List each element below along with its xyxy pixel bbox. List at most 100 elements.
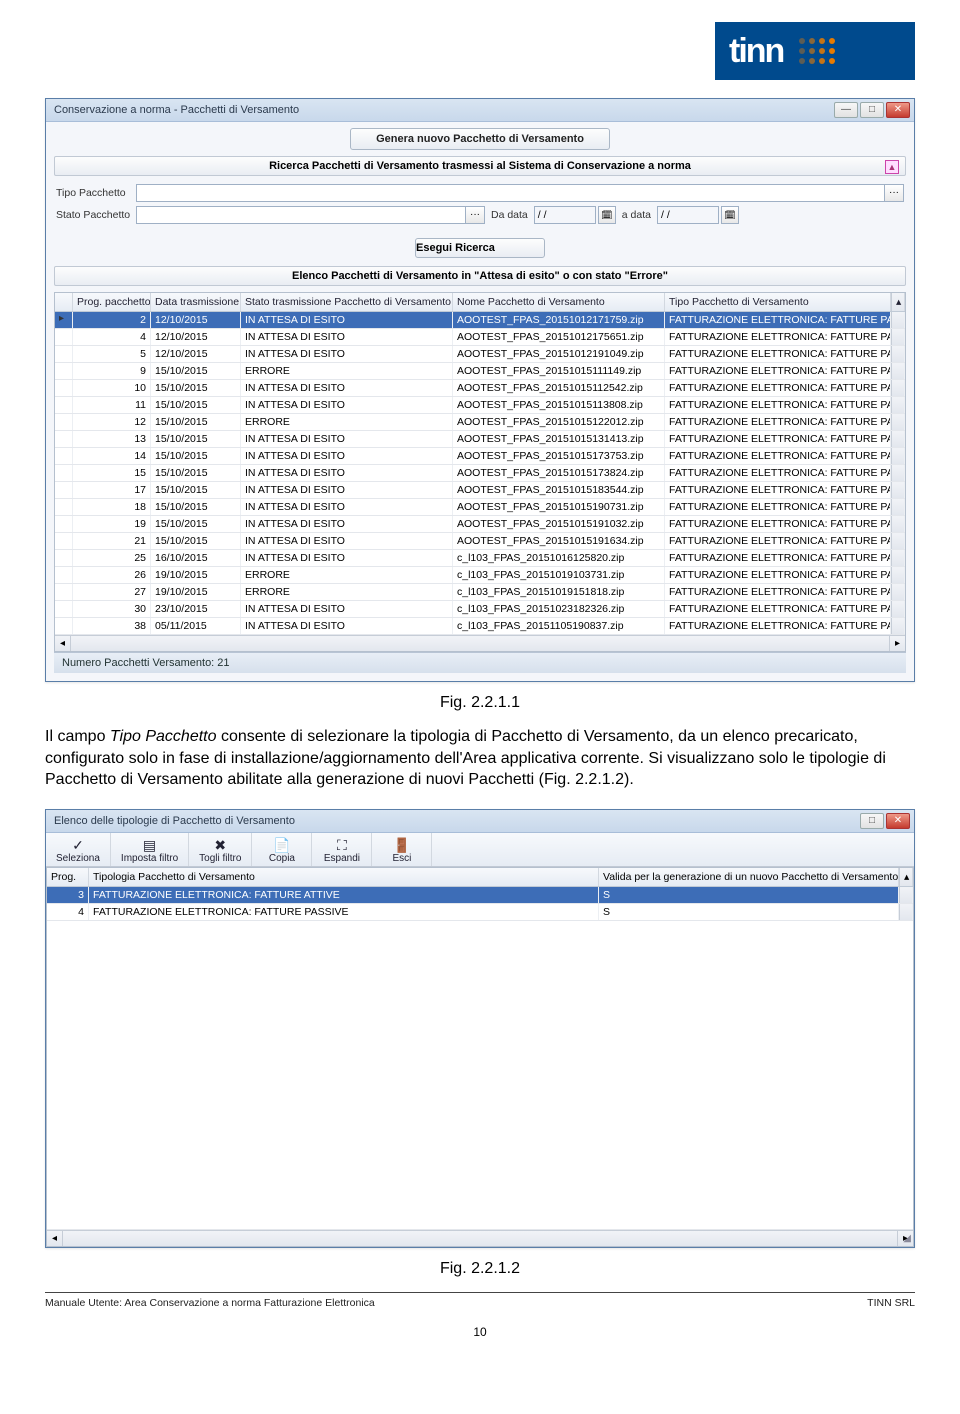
cell: 18 [73,499,151,515]
close-icon[interactable]: ✕ [886,813,910,829]
col-prog[interactable]: Prog. pacchetto [73,293,151,311]
cell: 19/10/2015 [151,567,241,583]
cell: IN ATTESA DI ESITO [241,482,453,498]
cell: 9 [73,363,151,379]
cell: IN ATTESA DI ESITO [241,448,453,464]
scrollbar[interactable] [891,550,905,566]
table-row[interactable]: 1815/10/2015IN ATTESA DI ESITOAOOTEST_FP… [55,499,905,516]
window-pacchetti-versamento: Conservazione a norma - Pacchetti di Ver… [45,98,915,682]
cell: 15/10/2015 [151,499,241,515]
scroll-left-icon[interactable]: ◂ [47,1231,63,1246]
scrollbar[interactable] [891,618,905,634]
a-data-input[interactable]: / / [657,206,719,224]
scrollbar[interactable] [891,414,905,430]
table-row[interactable]: 1515/10/2015IN ATTESA DI ESITOAOOTEST_FP… [55,465,905,482]
table-row[interactable]: 2516/10/2015IN ATTESA DI ESITOc_l103_FPA… [55,550,905,567]
row-marker [55,380,73,396]
table-row[interactable]: 512/10/2015IN ATTESA DI ESITOAOOTEST_FPA… [55,346,905,363]
scroll-up-icon[interactable]: ▴ [891,293,905,311]
tipo-pacchetto-input[interactable] [136,184,885,202]
stato-pacchetto-input[interactable] [136,206,466,224]
col-tipologia[interactable]: Tipologia Pacchetto di Versamento [89,868,599,886]
scroll-up-icon[interactable]: ▴ [899,868,913,886]
maximize-icon[interactable]: □ [860,102,884,118]
row-marker [55,533,73,549]
col-data[interactable]: Data trasmissione [151,293,241,311]
scrollbar[interactable] [891,567,905,583]
copia-button[interactable]: 📄Copia [252,833,312,866]
col-valida[interactable]: Valida per la generazione di un nuovo Pa… [599,868,899,886]
table-row[interactable]: 4FATTURAZIONE ELETTRONICA: FATTURE PASSI… [47,904,913,921]
col-nome[interactable]: Nome Pacchetto di Versamento [453,293,665,311]
table-row[interactable]: 1715/10/2015IN ATTESA DI ESITOAOOTEST_FP… [55,482,905,499]
table-row[interactable]: 1015/10/2015IN ATTESA DI ESITOAOOTEST_FP… [55,380,905,397]
seleziona-button[interactable]: ✓Seleziona [46,833,111,866]
table-row[interactable]: ▸212/10/2015IN ATTESA DI ESITOAOOTEST_FP… [55,312,905,329]
cell: 4 [47,904,89,920]
imposta-filtro-button[interactable]: ▤Imposta filtro [111,833,189,866]
table-row[interactable]: 1215/10/2015ERROREAOOTEST_FPAS_201510151… [55,414,905,431]
table-row[interactable]: 1315/10/2015IN ATTESA DI ESITOAOOTEST_FP… [55,431,905,448]
toolbar-label: Imposta filtro [121,853,178,864]
generate-package-button[interactable]: Genera nuovo Pacchetto di Versamento [350,128,610,150]
table-row[interactable]: 3FATTURAZIONE ELETTRONICA: FATTURE ATTIV… [47,887,913,904]
scrollbar[interactable] [891,346,905,362]
scrollbar[interactable] [891,448,905,464]
table-row[interactable]: 915/10/2015ERROREAOOTEST_FPAS_2015101511… [55,363,905,380]
scroll-left-icon[interactable]: ◂ [55,636,71,651]
table-row[interactable]: 2719/10/2015ERROREc_l103_FPAS_2015101915… [55,584,905,601]
toolbar-label: Espandi [324,853,360,864]
calendar-icon[interactable]: 🗓 [721,206,739,224]
scroll-right-icon[interactable]: ▸ [889,636,905,651]
close-icon[interactable]: ✕ [886,102,910,118]
scrollbar[interactable] [891,482,905,498]
scrollbar[interactable] [891,431,905,447]
esci-button[interactable]: 🚪Esci [372,833,432,866]
scrollbar[interactable] [891,312,905,328]
scrollbar[interactable] [891,380,905,396]
scrollbar[interactable] [891,397,905,413]
cell: AOOTEST_FPAS_20151015191634.zip [453,533,665,549]
cell: 27 [73,584,151,600]
table-row[interactable]: 412/10/2015IN ATTESA DI ESITOAOOTEST_FPA… [55,329,905,346]
togli-filtro-button[interactable]: ✖Togli filtro [189,833,252,866]
col-tipo[interactable]: Tipo Pacchetto di Versamento [665,293,891,311]
cell: 15/10/2015 [151,448,241,464]
cell: 25 [73,550,151,566]
table-row[interactable]: 1115/10/2015IN ATTESA DI ESITOAOOTEST_FP… [55,397,905,414]
scrollbar[interactable] [891,465,905,481]
scrollbar[interactable] [891,533,905,549]
table-row[interactable]: 3805/11/2015IN ATTESA DI ESITOc_l103_FPA… [55,618,905,635]
col-stato[interactable]: Stato trasmissione Pacchetto di Versamen… [241,293,453,311]
espandi-button[interactable]: ⛶Espandi [312,833,372,866]
tipo-pacchetto-lookup-button[interactable]: ··· [884,184,904,202]
maximize-icon[interactable]: □ [860,813,884,829]
table-row[interactable]: 2115/10/2015IN ATTESA DI ESITOAOOTEST_FP… [55,533,905,550]
cell: S [599,887,899,903]
scrollbar[interactable] [891,363,905,379]
resize-grip-icon[interactable]: ◢ [903,1233,911,1244]
stato-pacchetto-lookup-button[interactable]: ··· [465,206,485,224]
table-row[interactable]: 2619/10/2015ERROREc_l103_FPAS_2015101910… [55,567,905,584]
scrollbar[interactable] [891,329,905,345]
scrollbar[interactable] [891,601,905,617]
toolbar-label: Togli filtro [199,853,241,864]
cell: FATTURAZIONE ELETTRONICA: FATTURE PASSIV… [665,431,891,447]
scrollbar[interactable] [899,904,913,920]
collapse-icon[interactable]: ▲ [885,160,899,174]
espandi-icon: ⛶ [322,837,361,853]
col-prog[interactable]: Prog. [47,868,89,886]
cell: FATTURAZIONE ELETTRONICA: FATTURE PASSIV… [665,567,891,583]
scrollbar[interactable] [891,499,905,515]
scrollbar[interactable] [891,516,905,532]
table-row[interactable]: 1915/10/2015IN ATTESA DI ESITOAOOTEST_FP… [55,516,905,533]
search-button[interactable]: Esegui Ricerca [415,238,545,258]
table-row[interactable]: 3023/10/2015IN ATTESA DI ESITOc_l103_FPA… [55,601,905,618]
minimize-icon[interactable]: — [834,102,858,118]
da-data-input[interactable]: / / [534,206,596,224]
table-row[interactable]: 1415/10/2015IN ATTESA DI ESITOAOOTEST_FP… [55,448,905,465]
scrollbar[interactable] [891,584,905,600]
scrollbar[interactable] [899,887,913,903]
calendar-icon[interactable]: 🗓 [598,206,616,224]
footer-right: TINN SRL [867,1297,915,1309]
